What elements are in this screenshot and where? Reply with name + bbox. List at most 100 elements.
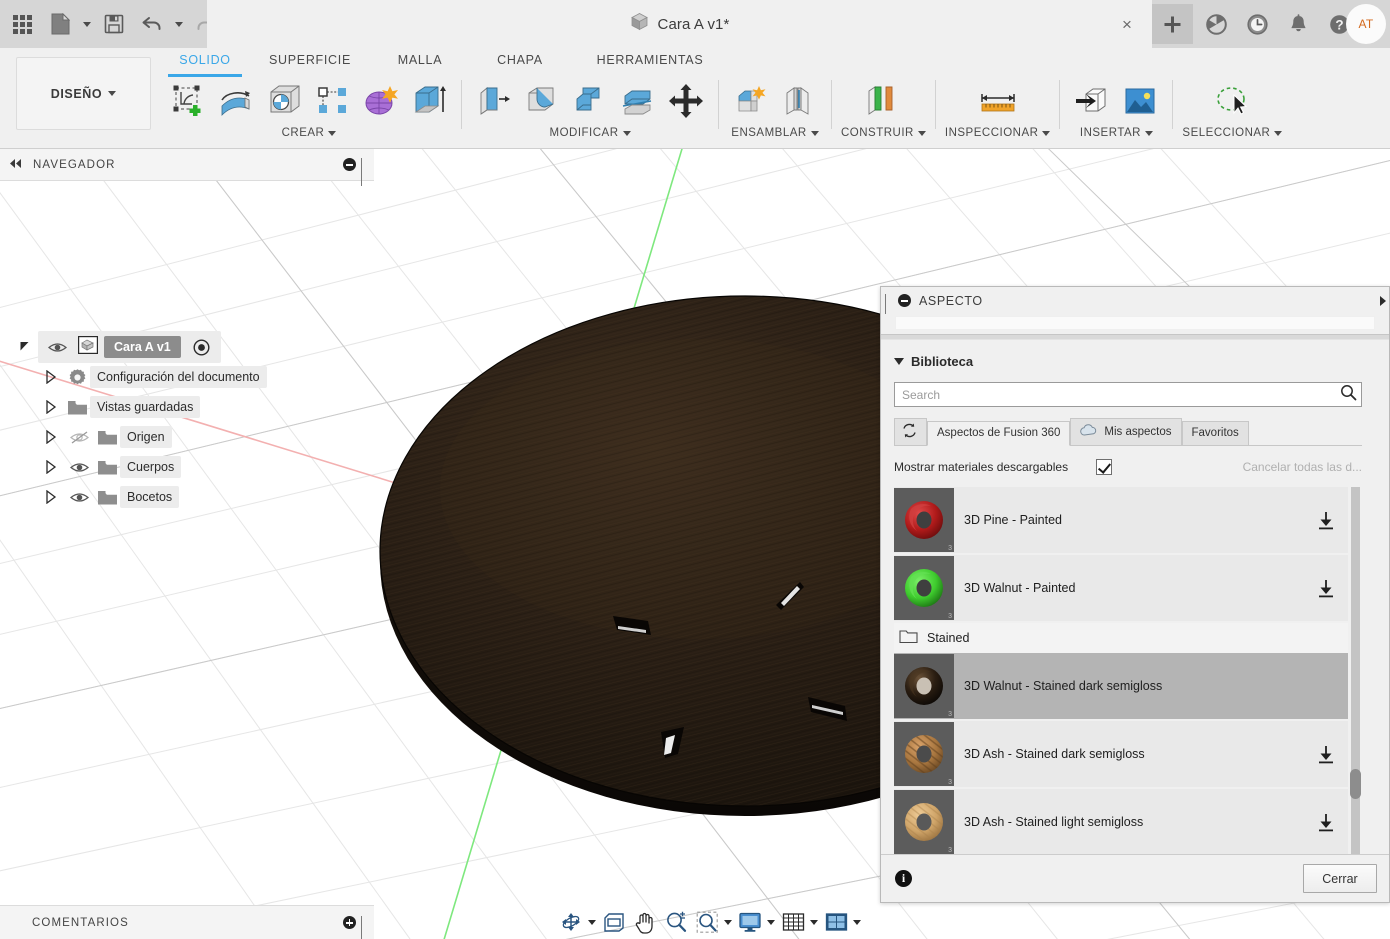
tree-row-vistas-guardadas[interactable]: Vistas guardadas <box>0 392 374 422</box>
look-at-tool[interactable] <box>599 907 629 937</box>
ribbon-group-label-modificar[interactable]: MODIFICAR <box>549 127 631 139</box>
offset-plane-icon[interactable] <box>860 77 906 125</box>
material-list-item-selected[interactable]: 3 3D Walnut - Stained dark semigloss <box>894 653 1348 719</box>
expand-collapse-icon[interactable] <box>12 332 38 362</box>
materials-scrollbar[interactable] <box>1349 487 1362 854</box>
user-avatar[interactable]: AT <box>1346 4 1386 44</box>
tree-row-root[interactable]: Cara A v1 <box>0 331 374 363</box>
form-icon[interactable] <box>358 77 404 125</box>
viewports-icon[interactable] <box>821 907 851 937</box>
viewports-dropdown-caret[interactable] <box>851 907 863 937</box>
display-settings-tool[interactable] <box>735 907 777 937</box>
pan-icon[interactable] <box>630 907 660 937</box>
ribbon-group-label-insertar[interactable]: INSERTAR <box>1080 127 1153 139</box>
create-sketch-icon[interactable] <box>166 77 212 125</box>
tab-herramientas[interactable]: HERRAMIENTAS <box>570 48 730 67</box>
circle-minus-icon[interactable] <box>898 294 911 307</box>
display-settings-dropdown-caret[interactable] <box>765 907 777 937</box>
chevron-right-icon[interactable] <box>38 362 64 392</box>
ribbon-group-label-seleccionar[interactable]: SELECCIONAR <box>1182 127 1283 139</box>
joint-icon[interactable] <box>776 77 822 125</box>
grid-apps-icon[interactable] <box>4 4 40 44</box>
zoom-tool[interactable] <box>661 907 691 937</box>
new-component-icon[interactable] <box>728 77 774 125</box>
undo-icon[interactable] <box>134 4 170 44</box>
download-icon[interactable] <box>1304 812 1348 832</box>
undo-dropdown-caret[interactable] <box>172 4 186 44</box>
circle-plus-icon[interactable] <box>343 916 356 929</box>
workspace-selector[interactable]: DISEÑO <box>16 57 151 130</box>
zoom-window-dropdown-caret[interactable] <box>722 907 734 937</box>
visibility-eye-icon[interactable] <box>64 452 94 482</box>
tree-row-bocetos[interactable]: Bocetos <box>0 482 374 512</box>
tab-chapa[interactable]: CHAPA <box>470 48 570 67</box>
document-tab[interactable]: Cara A v1* × <box>207 0 1152 48</box>
orbit-icon[interactable] <box>556 907 586 937</box>
tab-malla[interactable]: MALLA <box>370 48 470 67</box>
job-status-icon[interactable] <box>1237 0 1278 48</box>
look-at-icon[interactable] <box>599 907 629 937</box>
material-list-item[interactable]: 3 3D Ash - Stained light semigloss <box>894 789 1348 854</box>
search-box[interactable] <box>894 382 1362 407</box>
file-dropdown-caret[interactable] <box>80 4 94 44</box>
comments-resize-grip[interactable] <box>361 915 366 939</box>
visibility-eye-icon[interactable] <box>64 482 94 512</box>
chevron-right-icon[interactable] <box>38 482 64 512</box>
grid-snaps-tool[interactable] <box>778 907 820 937</box>
zoom-icon[interactable] <box>661 907 691 937</box>
extrude-icon[interactable] <box>406 77 452 125</box>
material-list-item[interactable]: 3 3D Walnut - Painted <box>894 555 1348 621</box>
collapse-left-icon[interactable] <box>8 156 23 174</box>
tree-row-configuracion[interactable]: Configuración del documento <box>0 362 374 392</box>
refresh-tab[interactable] <box>894 418 927 446</box>
dialog-drag-grip[interactable] <box>885 293 890 322</box>
downloadable-checkbox[interactable] <box>1096 459 1113 475</box>
select-lasso-icon[interactable] <box>1209 77 1255 125</box>
chevron-right-icon[interactable] <box>38 452 64 482</box>
material-list-item[interactable]: 3 3D Pine - Painted <box>894 487 1348 553</box>
favorites-tab[interactable]: Favoritos <box>1181 421 1249 446</box>
materials-list[interactable]: 3 3D Pine - Painted 3 3D Walnut - Painte… <box>894 487 1348 854</box>
zoom-window-tool[interactable] <box>692 907 734 937</box>
insert-derive-icon[interactable] <box>1069 77 1115 125</box>
save-icon[interactable] <box>96 4 132 44</box>
grid-snaps-dropdown-caret[interactable] <box>808 907 820 937</box>
zoom-window-icon[interactable] <box>692 907 722 937</box>
fillet-icon[interactable] <box>519 77 565 125</box>
split-body-icon[interactable] <box>615 77 661 125</box>
close-button[interactable]: Cerrar <box>1303 864 1377 893</box>
tree-row-origen[interactable]: Origen <box>0 422 374 452</box>
dialog-title-bar[interactable]: ASPECTO <box>881 287 1389 322</box>
file-icon[interactable] <box>42 4 78 44</box>
my-appearances-tab[interactable]: Mis aspectos <box>1070 418 1182 446</box>
download-icon[interactable] <box>1304 510 1348 530</box>
download-icon[interactable] <box>1304 578 1348 598</box>
ribbon-group-label-construir[interactable]: CONSTRUIR <box>841 127 926 139</box>
info-icon[interactable]: i <box>895 870 912 887</box>
viewports-tool[interactable] <box>821 907 863 937</box>
material-list-item[interactable]: 3 3D Ash - Stained dark semigloss <box>894 721 1348 787</box>
sphere-icon[interactable] <box>262 77 308 125</box>
measure-icon[interactable] <box>975 77 1021 125</box>
new-tab-button[interactable] <box>1152 4 1193 44</box>
scrollbar-thumb[interactable] <box>1350 769 1361 799</box>
revolve-icon[interactable] <box>214 77 260 125</box>
tab-superficie[interactable]: SUPERFICIE <box>250 48 370 67</box>
insert-canvas-icon[interactable] <box>1117 77 1163 125</box>
shell-icon[interactable] <box>567 77 613 125</box>
material-folder-row[interactable]: Stained <box>894 623 1348 653</box>
ribbon-group-label-inspeccionar[interactable]: INSPECCIONAR <box>945 127 1051 139</box>
visibility-eye-off-icon[interactable] <box>64 422 94 452</box>
minimize-icon[interactable] <box>343 158 356 171</box>
library-section-header[interactable]: Biblioteca <box>881 350 1389 372</box>
ribbon-group-label-crear[interactable]: CREAR <box>282 127 337 139</box>
search-input[interactable] <box>902 387 1340 402</box>
notifications-icon[interactable] <box>1278 0 1319 48</box>
chevron-right-icon[interactable] <box>38 392 64 422</box>
pattern-icon[interactable] <box>310 77 356 125</box>
activate-component-icon[interactable] <box>187 332 217 362</box>
tree-row-cuerpos[interactable]: Cuerpos <box>0 452 374 482</box>
visibility-eye-icon[interactable] <box>42 332 72 362</box>
tab-solido[interactable]: SOLIDO <box>160 48 250 77</box>
close-document-icon[interactable]: × <box>1116 13 1138 35</box>
